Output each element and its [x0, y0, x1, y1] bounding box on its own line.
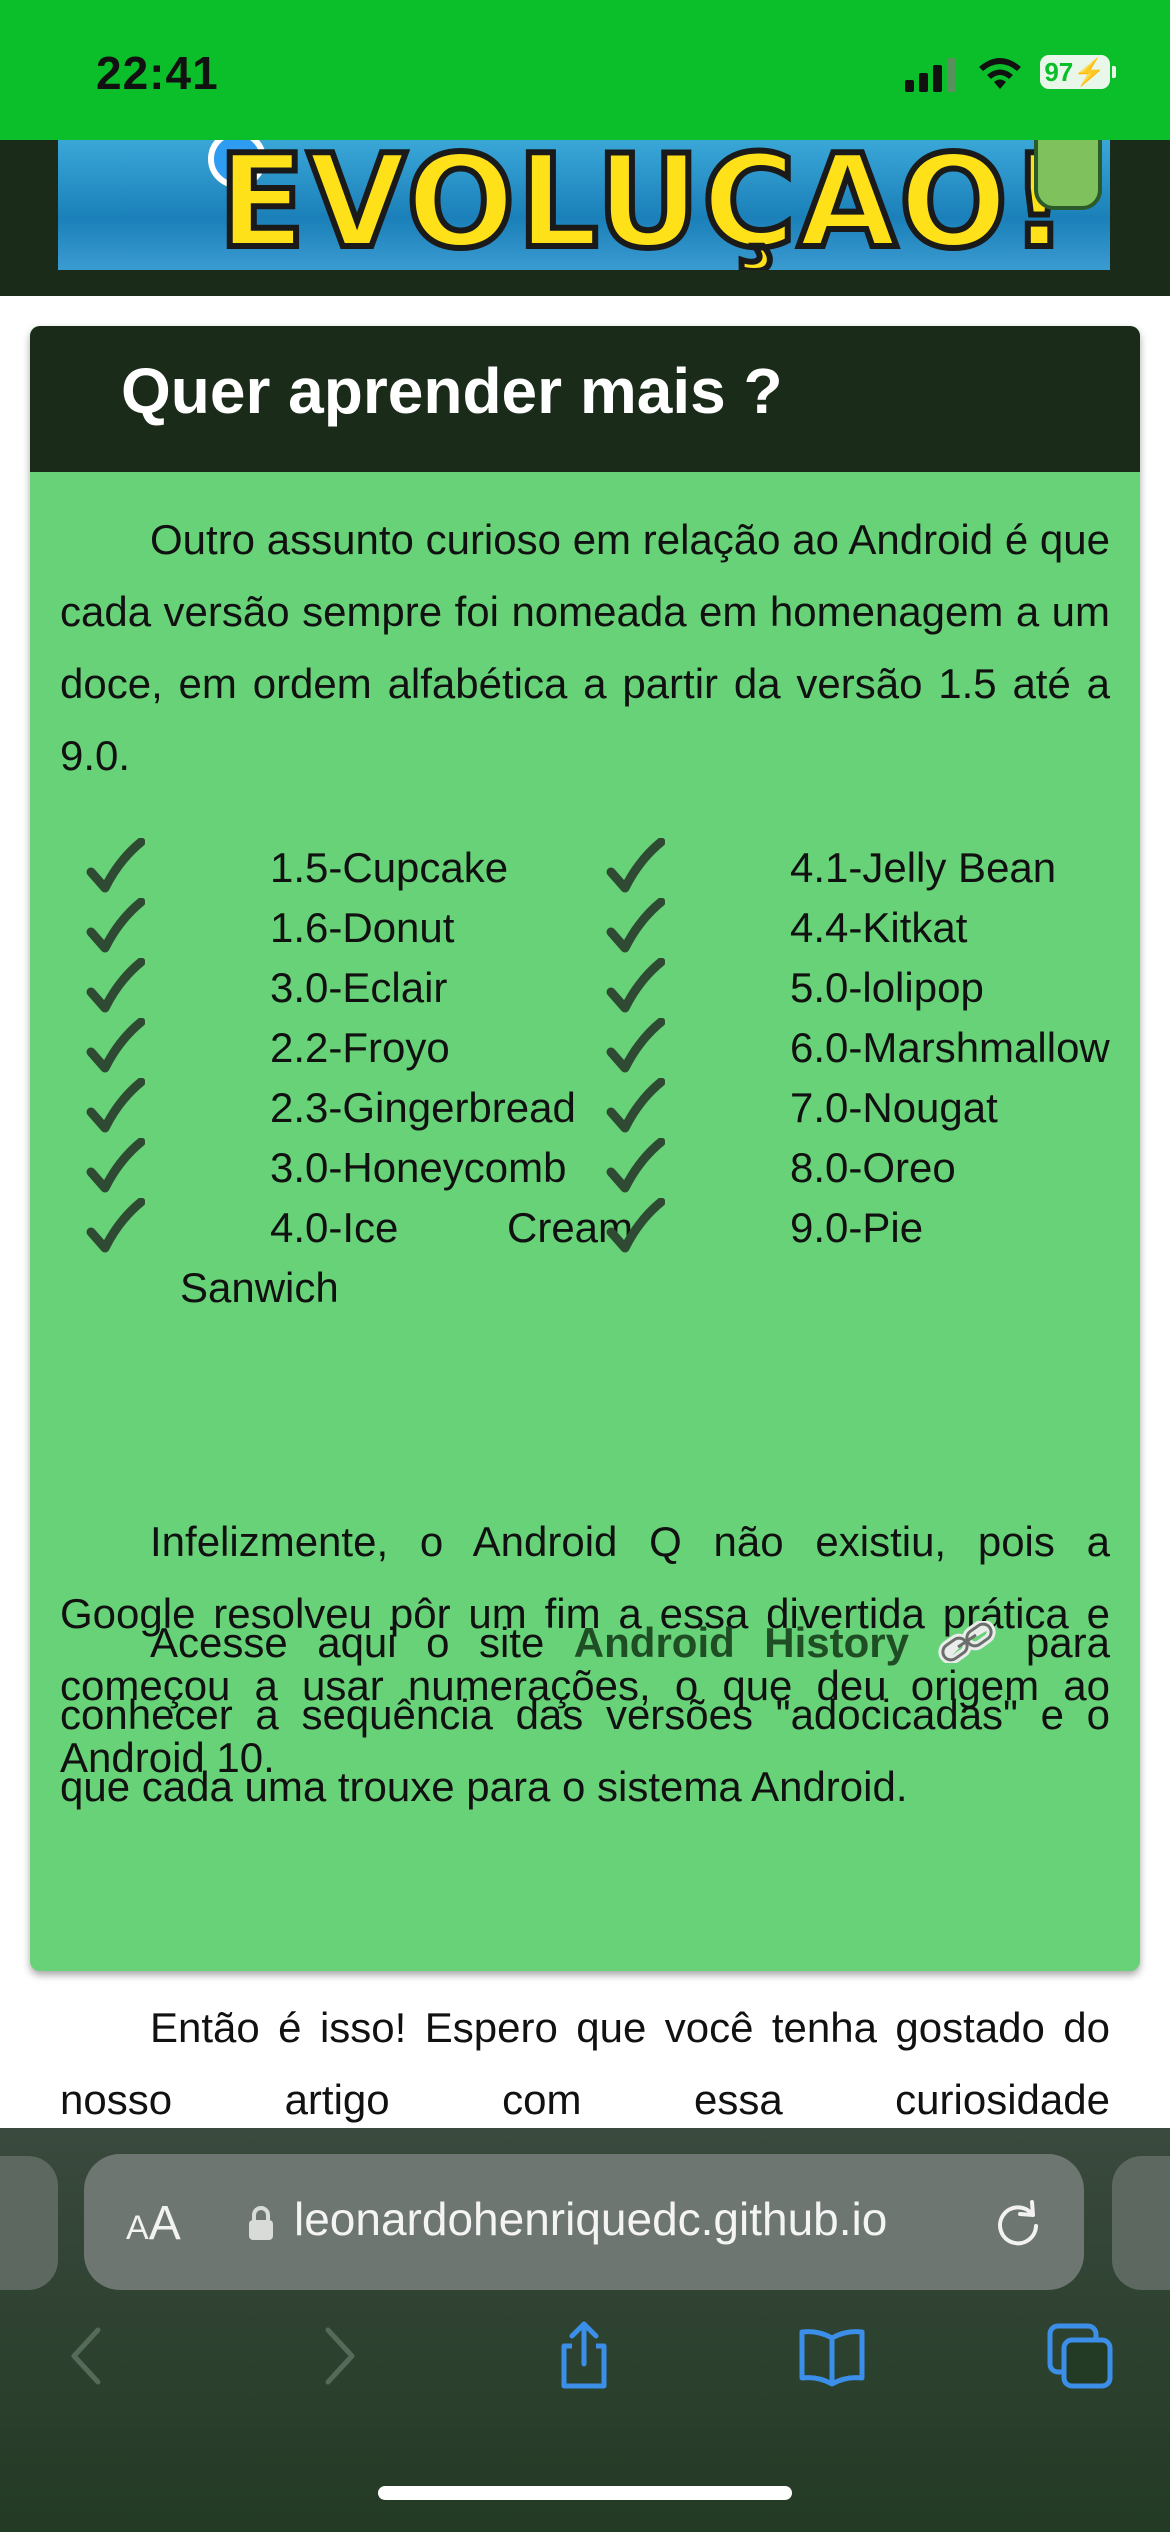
- check-icon: [86, 1198, 145, 1253]
- link-prefix-text: Acesse aqui o site: [150, 1619, 545, 1666]
- check-icon: [606, 838, 665, 893]
- version-label: 9.0-Pie: [790, 1204, 924, 1251]
- learn-more-card: Quer aprender mais ? Outro assunto curio…: [30, 326, 1140, 1971]
- version-label: 4.4-Kitkat: [790, 904, 968, 951]
- aa-small: A: [126, 2209, 149, 2247]
- lock-icon: [249, 2206, 273, 2240]
- status-time: 22:41: [96, 47, 219, 99]
- previous-tab-preview[interactable]: [0, 2156, 58, 2290]
- check-icon: [86, 898, 145, 953]
- banner-decoration-right: [1034, 140, 1102, 210]
- closing-text: Então é isso! Espero que você tenha gost…: [60, 2004, 1110, 2123]
- battery-icon: 97⚡: [1040, 55, 1116, 89]
- version-label: 4.1-Jelly Bean: [790, 844, 1057, 891]
- version-label: 1.5-Cupcake: [270, 844, 509, 891]
- version-label: 4.0-Ice: [270, 1204, 399, 1251]
- check-icon: [606, 898, 665, 953]
- status-bar: 22:41 97⚡: [0, 0, 1170, 140]
- version-label: 3.0-Honeycomb: [270, 1144, 567, 1191]
- link-icon[interactable]: [938, 1621, 997, 1663]
- share-icon[interactable]: [548, 2320, 620, 2392]
- version-label: 2.2-Froyo: [270, 1024, 450, 1071]
- wifi-icon: [979, 58, 1021, 89]
- url-text[interactable]: leonardohenriquedc.github.io: [294, 2192, 887, 2246]
- home-indicator: [378, 2486, 792, 2500]
- intro-paragraph: Outro assunto curioso em relação ao Andr…: [60, 504, 1110, 792]
- check-icon: [606, 1078, 665, 1133]
- check-icon: [606, 1018, 665, 1073]
- check-icon: [606, 958, 665, 1013]
- card-title: Quer aprender mais ?: [121, 355, 783, 427]
- back-icon[interactable]: [52, 2320, 124, 2392]
- battery-level: 97: [1044, 57, 1074, 87]
- next-tab-preview[interactable]: [1112, 2156, 1170, 2290]
- version-label: 5.0-lolipop: [790, 964, 984, 1011]
- version-label: 2.3-Gingerbread: [270, 1084, 576, 1131]
- banner-image: EVOLUÇAO!: [58, 140, 1110, 270]
- version-label: 6.0-Marshmallow: [790, 1024, 1110, 1071]
- version-label: 3.0-Eclair: [270, 964, 448, 1011]
- check-icon: [86, 838, 145, 893]
- intro-text: Outro assunto curioso em relação ao Andr…: [60, 516, 1110, 779]
- version-label: 1.6-Donut: [270, 904, 455, 951]
- version-label: 8.0-Oreo: [790, 1144, 956, 1191]
- version-label-wrapped: Sanwich: [180, 1264, 339, 1311]
- check-icon: [86, 1078, 145, 1133]
- address-bar[interactable]: AA leonardohenriquedc.github.io: [84, 2154, 1084, 2290]
- check-icon: [606, 1138, 665, 1193]
- banner-title: EVOLUÇAO!: [215, 140, 1071, 270]
- android-history-paragraph: Acesse aqui o site Android History para …: [60, 1607, 1110, 1823]
- reload-icon[interactable]: [992, 2198, 1044, 2250]
- aa-large: A: [148, 2197, 181, 2250]
- bookmarks-icon[interactable]: [796, 2320, 868, 2392]
- version-label: 7.0-Nougat: [790, 1084, 998, 1131]
- closing-paragraph: Então é isso! Espero que você tenha gost…: [60, 1992, 1110, 2136]
- forward-icon[interactable]: [302, 2320, 374, 2392]
- check-icon: [86, 1018, 145, 1073]
- card-header: Quer aprender mais ?: [30, 326, 1140, 472]
- check-icon: [86, 1138, 145, 1193]
- check-icon: [606, 1198, 665, 1253]
- check-icon: [86, 958, 145, 1013]
- reader-options-button[interactable]: AA: [126, 2196, 181, 2251]
- tabs-icon[interactable]: [1044, 2320, 1116, 2392]
- signal-icon: [905, 56, 959, 92]
- android-history-link[interactable]: Android History: [574, 1619, 909, 1666]
